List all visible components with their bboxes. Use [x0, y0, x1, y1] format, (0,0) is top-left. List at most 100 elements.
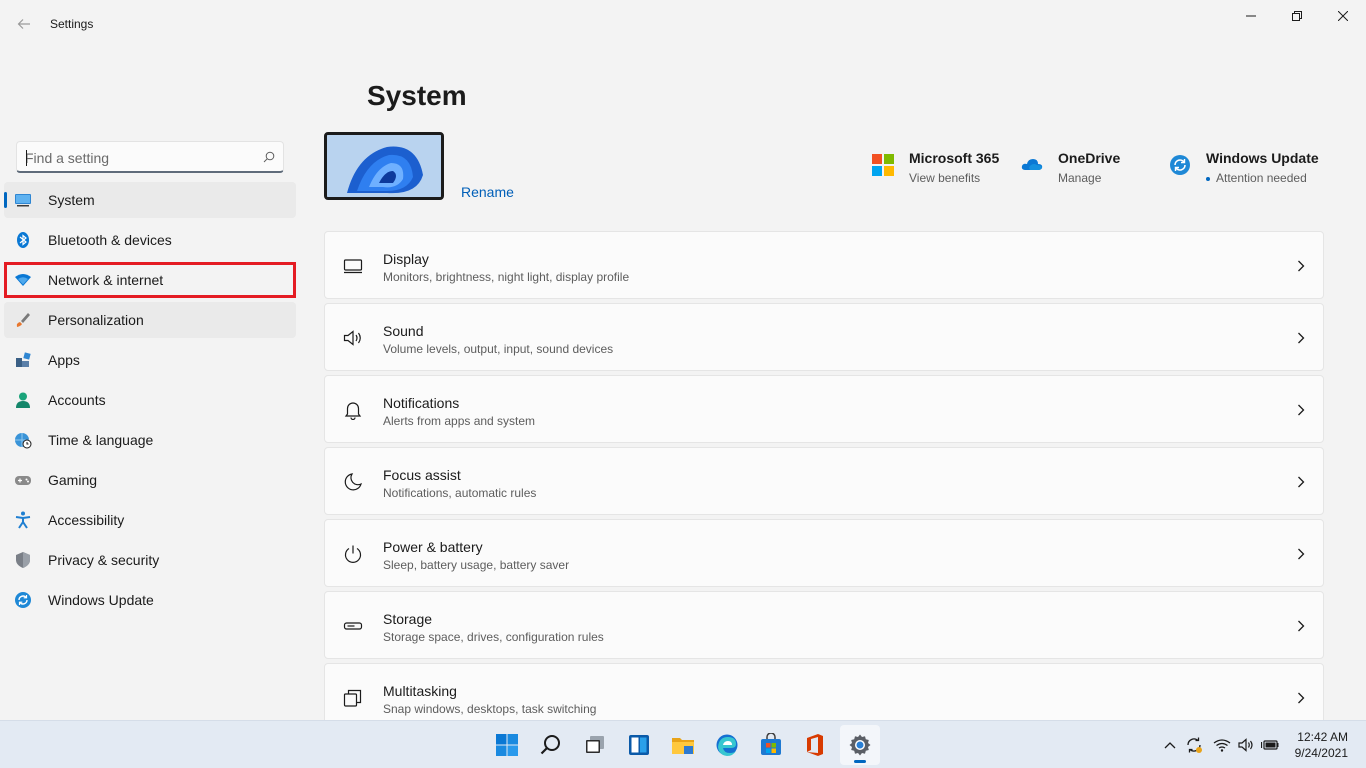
bloom-wallpaper-icon [327, 135, 441, 197]
battery-icon [1261, 740, 1279, 750]
update-icon [15, 592, 31, 608]
card-subtitle: Notifications, automatic rules [383, 486, 537, 500]
battery-tray-button[interactable] [1260, 735, 1280, 755]
card-power-battery[interactable]: Power & battery Sleep, battery usage, ba… [324, 519, 1324, 587]
person-icon [16, 392, 30, 408]
apps-icon [16, 352, 31, 367]
card-title: Display [383, 251, 429, 267]
card-sound[interactable]: Sound Volume levels, output, input, soun… [324, 303, 1324, 371]
edge-button[interactable] [707, 725, 747, 765]
card-subtitle: Sleep, battery usage, battery saver [383, 558, 570, 572]
back-button[interactable] [12, 12, 36, 36]
sidebar-item-privacy[interactable]: Privacy & security [4, 542, 296, 578]
start-button[interactable] [487, 725, 527, 765]
card-title: Multitasking [383, 683, 457, 699]
widgets-icon [629, 735, 649, 755]
sidebar-item-label: Privacy & security [48, 552, 160, 568]
minimize-button[interactable] [1228, 0, 1274, 32]
app-title: Settings [50, 17, 94, 31]
task-view-button[interactable] [575, 725, 615, 765]
office-icon [807, 734, 823, 756]
taskbar-search-button[interactable] [531, 725, 571, 765]
sidebar-item-label: Windows Update [48, 592, 154, 608]
microsoft-logo-icon [872, 154, 894, 176]
settings-cards: Display Monitors, brightness, night ligh… [324, 231, 1324, 735]
sidebar-item-label: Time & language [48, 432, 154, 448]
promo-subtitle-text: Attention needed [1216, 171, 1307, 185]
close-button[interactable] [1320, 0, 1366, 32]
card-subtitle: Alerts from apps and system [383, 414, 536, 428]
rename-link[interactable]: Rename [461, 184, 514, 200]
widgets-button[interactable] [619, 725, 659, 765]
settings-taskbar-button[interactable] [840, 725, 880, 765]
page-title: System [367, 80, 467, 111]
chevron-right-icon [1298, 332, 1305, 344]
store-button[interactable] [751, 725, 791, 765]
multitasking-icon [343, 689, 362, 707]
monitor-icon [15, 194, 31, 207]
promo-subtitle: View benefits [909, 171, 981, 185]
active-app-indicator [854, 760, 866, 763]
wifi-icon [15, 274, 31, 286]
file-explorer-icon [672, 738, 694, 754]
sidebar-item-system[interactable]: System [4, 182, 296, 218]
file-explorer-button[interactable] [663, 725, 703, 765]
sidebar-item-label: Personalization [48, 312, 144, 328]
sidebar-item-label: Accounts [48, 392, 106, 408]
promo-title: Microsoft 365 [909, 150, 1000, 166]
task-view-icon [586, 736, 604, 753]
sidebar-item-label: Accessibility [48, 512, 125, 528]
sidebar-item-windows-update[interactable]: Windows Update [4, 582, 296, 618]
sidebar-item-bluetooth[interactable]: Bluetooth & devices [4, 222, 296, 258]
sidebar-item-apps[interactable]: Apps [4, 342, 296, 378]
show-hidden-icons-button[interactable] [1160, 735, 1180, 755]
brush-icon [16, 313, 30, 327]
chevron-right-icon [1298, 476, 1305, 488]
onedrive-promo[interactable]: OneDrive Manage [1021, 148, 1151, 188]
globe-clock-icon [15, 433, 32, 449]
store-icon [761, 733, 781, 755]
sidebar-item-time-language[interactable]: Time & language [4, 422, 296, 458]
search-input[interactable] [25, 148, 255, 168]
sidebar-item-network[interactable]: Network & internet [4, 262, 296, 298]
card-storage[interactable]: Storage Storage space, drives, configura… [324, 591, 1324, 659]
promo-title: Windows Update [1206, 150, 1319, 166]
card-title: Notifications [383, 395, 460, 411]
minimize-icon [1246, 15, 1256, 17]
speaker-icon [343, 330, 361, 346]
sidebar-item-label: Gaming [48, 472, 98, 488]
card-title: Storage [383, 611, 433, 627]
card-title: Focus assist [383, 467, 461, 483]
card-title: Sound [383, 323, 424, 339]
search-icon[interactable] [263, 151, 275, 163]
card-focus-assist[interactable]: Focus assist Notifications, automatic ru… [324, 447, 1324, 515]
office-button[interactable] [795, 725, 835, 765]
promo-subtitle: Attention needed [1206, 171, 1307, 185]
network-tray-button[interactable] [1212, 735, 1232, 755]
microsoft-365-promo[interactable]: Microsoft 365 View benefits [872, 148, 1012, 188]
edge-icon [716, 734, 738, 756]
search-box[interactable] [16, 141, 284, 173]
sidebar-item-gaming[interactable]: Gaming [4, 462, 296, 498]
chevron-up-icon [1164, 742, 1176, 749]
maximize-icon [1292, 11, 1302, 21]
start-icon [496, 734, 518, 756]
sidebar-item-accessibility[interactable]: Accessibility [4, 502, 296, 538]
promo-subtitle: Manage [1058, 171, 1102, 185]
onedrive-cloud-icon [1021, 159, 1043, 170]
taskbar-clock[interactable]: 12:42 AM 9/24/2021 [1295, 729, 1348, 761]
chevron-right-icon [1298, 692, 1305, 704]
card-display[interactable]: Display Monitors, brightness, night ligh… [324, 231, 1324, 299]
sidebar-item-personalization[interactable]: Personalization [4, 302, 296, 338]
device-wallpaper-thumbnail [324, 132, 444, 200]
maximize-button[interactable] [1274, 0, 1320, 32]
text-caret [26, 150, 27, 166]
card-notifications[interactable]: Notifications Alerts from apps and syste… [324, 375, 1324, 443]
volume-icon [1238, 738, 1253, 752]
sidebar-item-label: Apps [48, 352, 80, 368]
volume-tray-button[interactable] [1236, 735, 1256, 755]
sidebar-item-accounts[interactable]: Accounts [4, 382, 296, 418]
sync-tray-button[interactable] [1184, 735, 1204, 755]
windows-update-promo[interactable]: Windows Update Attention needed [1169, 148, 1319, 188]
power-icon [344, 545, 362, 563]
